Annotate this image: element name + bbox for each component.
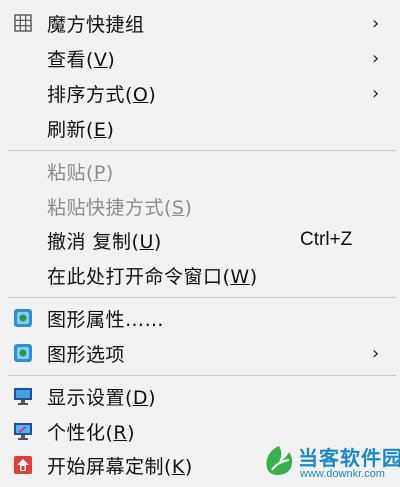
personalize-icon [12,420,34,442]
menu-item-label: 显示设置(D) [47,386,156,409]
start-screen-icon [12,454,34,476]
menu-item-label: 粘贴快捷方式(S) [47,196,193,219]
menu-separator [8,375,396,376]
menu-item-label: 图形选项 [47,343,126,366]
site-watermark: 当客软件园 www.downkr.com [260,442,400,484]
menu-item-undo-copy[interactable]: 撤消 复制(U) Ctrl+Z [0,222,400,258]
menu-item-graphics-options[interactable]: 图形选项 › [0,335,400,371]
menu-item-label: 图形属性…… [47,308,165,331]
menu-item-sort-by[interactable]: 排序方式(O) › [0,75,400,111]
chevron-right-icon: › [372,342,380,364]
menu-item-label: 在此处打开命令窗口(W) [47,265,258,288]
menu-item-label: 刷新(E) [47,118,115,141]
menu-item-label: 粘贴(P) [47,161,114,184]
chevron-right-icon: › [372,82,380,104]
chevron-right-icon: › [372,12,380,34]
watermark-title: 当客软件园 [298,446,400,470]
keyboard-shortcut: Ctrl+Z [300,229,353,250]
menu-item-label: 查看(V) [47,48,116,71]
grid-icon [12,12,34,34]
menu-item-label: 个性化(R) [47,421,136,444]
watermark-url: www.downkr.com [300,468,385,480]
intel-graphics-icon [12,342,34,364]
menu-separator [8,297,396,298]
menu-item-paste-shortcut: 粘贴快捷方式(S) [0,188,400,224]
menu-item-graphics-properties[interactable]: 图形属性…… [0,300,400,336]
menu-separator [8,150,396,151]
menu-item-view[interactable]: 查看(V) › [0,40,400,76]
menu-item-label: 撤消 复制(U) [47,230,162,253]
menu-item-display-settings[interactable]: 显示设置(D) [0,378,400,414]
display-settings-icon [12,385,34,407]
intel-graphics-icon [12,307,34,329]
chevron-right-icon: › [372,47,380,69]
menu-item-refresh[interactable]: 刷新(E) [0,110,400,146]
desktop-context-menu: 魔方快捷组 › 查看(V) › 排序方式(O) › 刷新(E) 粘贴(P) 粘贴… [0,0,400,487]
watermark-logo-icon [262,444,296,482]
menu-item-paste: 粘贴(P) [0,153,400,189]
menu-item-mofang-quick-group[interactable]: 魔方快捷组 › [0,5,400,41]
menu-item-label: 魔方快捷组 [47,13,145,36]
menu-item-label: 排序方式(O) [47,83,157,106]
menu-item-label: 开始屏幕定制(K) [47,455,193,478]
menu-item-open-command-window[interactable]: 在此处打开命令窗口(W) [0,257,400,293]
